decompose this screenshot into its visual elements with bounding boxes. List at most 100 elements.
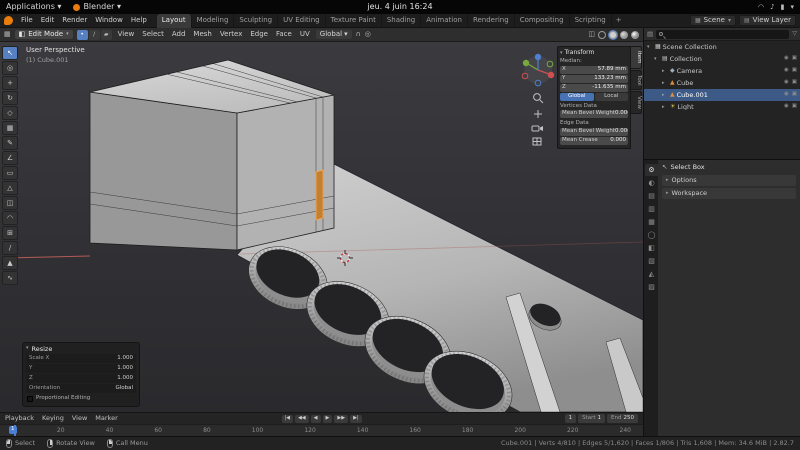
next-keyframe-button[interactable]: ▶▶ (334, 415, 348, 423)
frame-start-field[interactable]: Start1 (578, 414, 605, 423)
network-icon[interactable]: ◠ (758, 4, 764, 11)
vertex-select-button[interactable]: • (77, 30, 88, 40)
outliner-editor-icon[interactable]: ▤ (647, 31, 653, 38)
tool-select-box[interactable]: ↖ (2, 46, 18, 60)
global-space-button[interactable]: Global (560, 93, 594, 101)
shading-solid-button[interactable] (609, 31, 617, 39)
applications-menu[interactable]: Applications ▾ (6, 3, 61, 11)
render-visibility-icon[interactable]: ▣ (792, 80, 797, 86)
menu-face[interactable]: Face (274, 31, 294, 38)
tool-cursor[interactable]: ◎ (2, 61, 18, 75)
menu-add[interactable]: Add (170, 31, 188, 38)
menu-keying[interactable]: Keying (42, 415, 64, 422)
properties-tab-active-tool[interactable]: ⚙ (645, 164, 658, 176)
tool-annotate[interactable]: ✎ (2, 136, 18, 150)
tool-loop-cut[interactable]: ⊞ (2, 226, 18, 240)
edge-select-button[interactable]: ∕ (89, 30, 100, 40)
n-panel-tab-tool[interactable]: Tool (631, 70, 642, 91)
menu-view[interactable]: View (116, 31, 137, 38)
properties-tab-physics[interactable]: ◭ (645, 268, 658, 280)
menu-uv[interactable]: UV (298, 31, 312, 38)
outliner-row-light[interactable]: ▸ ☀ Light ◉▣ (644, 101, 800, 113)
mesh-cube-001[interactable] (90, 60, 334, 250)
tool-smooth[interactable]: ∿ (2, 271, 18, 285)
workspace-tab[interactable]: Modeling (192, 14, 235, 28)
hide-eye-icon[interactable]: ◉ (784, 80, 789, 86)
app-menu[interactable]: Blender ▾ (73, 3, 121, 11)
properties-tab-scene[interactable]: ▦ (645, 216, 658, 228)
jump-to-end-button[interactable]: ▶| (350, 415, 362, 423)
edge-crease-field[interactable]: Mean Crease0.000 (560, 137, 628, 145)
outliner-row-scene-collection[interactable]: ▾ ▦ Scene Collection (644, 41, 800, 53)
previous-keyframe-button[interactable]: ◀◀ (295, 415, 309, 423)
workspace-tab[interactable]: UV Editing (278, 14, 326, 28)
blender-logo-icon[interactable] (4, 16, 13, 25)
tool-poly-build[interactable]: ▲ (2, 256, 18, 270)
tool-bevel[interactable]: ◠ (2, 211, 18, 225)
volume-icon[interactable]: ♪ (770, 4, 774, 11)
scene-selector[interactable]: ▦ Scene ▾ (690, 15, 736, 26)
render-visibility-icon[interactable]: ▣ (792, 68, 797, 74)
properties-tab-output[interactable]: ▤ (645, 190, 658, 202)
tool-knife[interactable]: ∕ (2, 241, 18, 255)
menu-playback[interactable]: Playback (5, 415, 34, 422)
scale-x-field[interactable]: Scale X1.000 (26, 354, 136, 363)
vertex-bevel-weight-field[interactable]: Mean Bevel Weight0.000 (560, 110, 628, 118)
hide-eye-icon[interactable]: ◉ (784, 68, 789, 74)
workspace-tab[interactable]: Sculpting (234, 14, 278, 28)
caret-down-icon[interactable]: ▾ (790, 4, 794, 11)
properties-tab-world[interactable]: ◯ (645, 229, 658, 241)
median-x-field[interactable]: X57.89 mm (560, 66, 628, 74)
properties-tab-render[interactable]: ◐ (645, 177, 658, 189)
view-layer-selector[interactable]: ▤ View Layer (739, 15, 796, 26)
edge-bevel-weight-field[interactable]: Mean Bevel Weight0.000 (560, 128, 628, 136)
play-button[interactable]: ▶ (323, 415, 333, 423)
properties-tab-object-data[interactable]: ▨ (645, 281, 658, 293)
disclosure-icon[interactable]: ▸ (662, 93, 668, 98)
properties-tab-view-layer[interactable]: ▥ (645, 203, 658, 215)
tool-scale[interactable]: ◇ (2, 106, 18, 120)
play-reverse-button[interactable]: ◀ (311, 415, 321, 423)
outliner-search-input[interactable] (656, 30, 789, 39)
disclosure-icon[interactable]: ▸ (662, 81, 668, 86)
menu-select[interactable]: Select (140, 31, 166, 38)
render-visibility-icon[interactable]: ▣ (792, 104, 797, 110)
snap-magnet-icon[interactable]: ∩ (356, 31, 361, 38)
shading-wireframe-button[interactable] (598, 31, 606, 39)
clock[interactable]: jeu. 4 juin 16:24 (367, 3, 432, 11)
proportional-editing-checkbox[interactable] (27, 396, 33, 402)
playhead-frame-chip[interactable]: 1 (9, 426, 17, 434)
workspace-tab[interactable]: Layout (157, 14, 192, 28)
workspace-section-header[interactable]: ▸ Workspace (662, 188, 796, 199)
menu-edit[interactable]: Edit (37, 17, 59, 24)
hide-eye-icon[interactable]: ◉ (784, 104, 789, 110)
properties-tab-object[interactable]: ◧ (645, 242, 658, 254)
battery-icon[interactable]: ▮ (781, 4, 785, 11)
menu-edge[interactable]: Edge (248, 31, 270, 38)
add-workspace-button[interactable]: + (612, 14, 626, 28)
render-visibility-icon[interactable]: ▣ (792, 92, 797, 98)
n-panel-tab-item[interactable]: Item (631, 46, 642, 69)
tool-inset-faces[interactable]: ◫ (2, 196, 18, 210)
workspace-tab[interactable]: Animation (421, 14, 468, 28)
menu-file[interactable]: File (17, 17, 37, 24)
scale-z-field[interactable]: Z1.000 (26, 374, 136, 383)
options-section-header[interactable]: ▸ Options (662, 175, 796, 186)
menu-mesh[interactable]: Mesh (191, 31, 213, 38)
frame-end-field[interactable]: End250 (607, 414, 638, 423)
proportional-editing-icon[interactable]: ◎ (365, 31, 371, 38)
workspace-tab[interactable]: Shading (382, 14, 421, 28)
disclosure-icon[interactable]: ▾ (654, 57, 660, 62)
menu-help[interactable]: Help (127, 17, 151, 24)
menu-render[interactable]: Render (58, 17, 91, 24)
workspace-tab[interactable]: Rendering (468, 14, 515, 28)
disclosure-icon[interactable]: ▸ (662, 105, 668, 110)
n-panel-tab-view[interactable]: View (631, 91, 642, 114)
menu-marker[interactable]: Marker (95, 415, 117, 422)
editor-type-icon[interactable]: ▦ (4, 31, 11, 38)
properties-tab-modifiers[interactable]: ▧ (645, 255, 658, 267)
tool-extrude-region[interactable]: △ (2, 181, 18, 195)
menu-vertex[interactable]: Vertex (218, 31, 245, 38)
face-select-button[interactable]: ▰ (101, 30, 112, 40)
filter-icon[interactable]: ▽ (792, 31, 797, 37)
